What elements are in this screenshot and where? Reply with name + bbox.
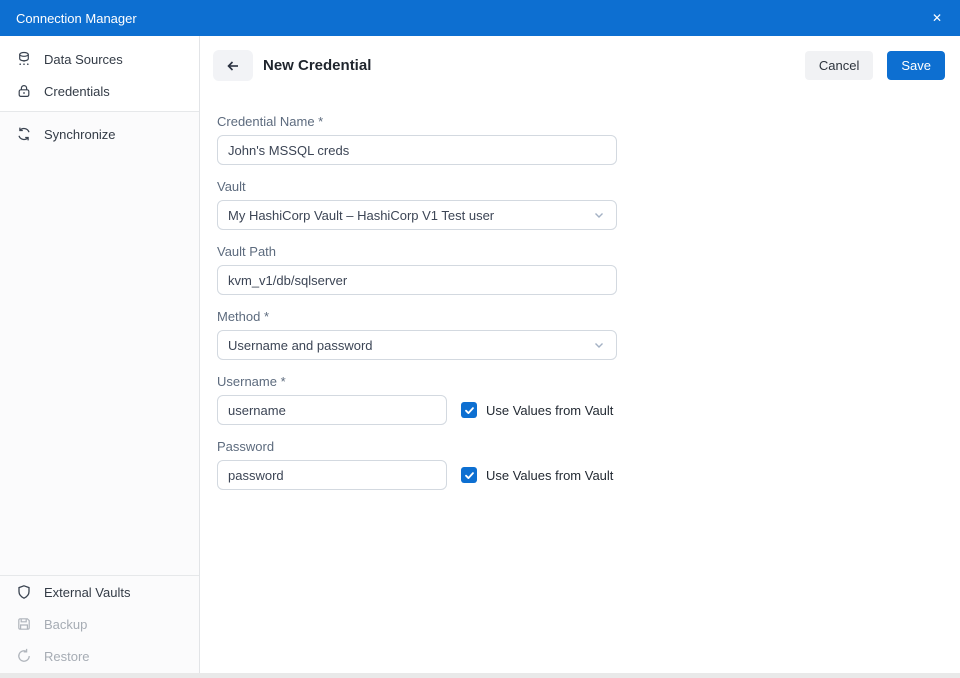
checkbox-checked-icon [461, 402, 477, 418]
credential-name-label: Credential Name * [217, 114, 617, 129]
method-select[interactable]: Username and password [217, 330, 617, 360]
sidebar-item-label: External Vaults [44, 585, 130, 600]
database-icon [16, 51, 32, 67]
method-selected-value: Username and password [228, 338, 592, 353]
sidebar-item-data-sources[interactable]: Data Sources [0, 43, 199, 75]
sidebar-item-label: Restore [44, 649, 90, 664]
credential-form: Credential Name * Vault My HashiCorp Vau… [217, 114, 617, 490]
sidebar-item-label: Backup [44, 617, 87, 632]
field-vault-path: Vault Path [217, 244, 617, 295]
password-input[interactable] [217, 460, 447, 490]
vault-path-label: Vault Path [217, 244, 617, 259]
window-bottom-edge [0, 673, 960, 678]
header-actions: Cancel Save [805, 51, 945, 80]
credential-name-input[interactable] [217, 135, 617, 165]
app-title: Connection Manager [0, 11, 914, 26]
chevron-down-icon [592, 338, 606, 352]
username-use-vault-checkbox[interactable]: Use Values from Vault [461, 402, 613, 418]
field-credential-name: Credential Name * [217, 114, 617, 165]
sync-icon [16, 126, 32, 142]
back-button[interactable] [213, 50, 253, 81]
sidebar-item-restore[interactable]: Restore [0, 640, 199, 672]
restore-icon [16, 648, 32, 664]
chevron-down-icon [592, 208, 606, 222]
sidebar-item-backup[interactable]: Backup [0, 608, 199, 640]
field-method: Method * Username and password [217, 309, 617, 360]
use-values-from-vault-label: Use Values from Vault [486, 403, 613, 418]
sidebar-item-credentials[interactable]: Credentials [0, 75, 199, 107]
arrow-left-icon [225, 58, 241, 74]
field-username: Username * Use Values from Vault [217, 374, 617, 425]
save-button[interactable]: Save [887, 51, 945, 80]
method-label: Method * [217, 309, 617, 324]
sidebar-group-bottom: External Vaults Backup [0, 575, 199, 678]
sidebar-group-middle: Synchronize [0, 112, 199, 150]
sidebar-item-external-vaults[interactable]: External Vaults [0, 576, 199, 608]
save-icon [16, 616, 32, 632]
vault-selected-value: My HashiCorp Vault – HashiCorp V1 Test u… [228, 208, 592, 223]
checkbox-checked-icon [461, 467, 477, 483]
sidebar-item-label: Credentials [44, 84, 110, 99]
password-use-vault-checkbox[interactable]: Use Values from Vault [461, 467, 613, 483]
sidebar-item-synchronize[interactable]: Synchronize [0, 118, 199, 150]
vault-path-input[interactable] [217, 265, 617, 295]
vault-label: Vault [217, 179, 617, 194]
main-content: New Credential Cancel Save Credential Na… [200, 36, 960, 678]
use-values-from-vault-label: Use Values from Vault [486, 468, 613, 483]
sidebar-item-label: Synchronize [44, 127, 116, 142]
lock-icon [16, 83, 32, 99]
page-header: New Credential Cancel Save [213, 50, 945, 81]
field-password: Password Use Values from Vault [217, 439, 617, 490]
password-label: Password [217, 439, 617, 454]
username-label: Username * [217, 374, 617, 389]
sidebar-group-top: Data Sources Credentials [0, 36, 199, 112]
username-input[interactable] [217, 395, 447, 425]
sidebar: Data Sources Credentials [0, 36, 200, 678]
page-title: New Credential [263, 57, 371, 74]
cancel-button[interactable]: Cancel [805, 51, 873, 80]
field-vault: Vault My HashiCorp Vault – HashiCorp V1 … [217, 179, 617, 230]
titlebar: Connection Manager ✕ [0, 0, 960, 36]
shield-icon [16, 584, 32, 600]
close-icon[interactable]: ✕ [914, 0, 960, 36]
sidebar-item-label: Data Sources [44, 52, 123, 67]
vault-select[interactable]: My HashiCorp Vault – HashiCorp V1 Test u… [217, 200, 617, 230]
window-body: Data Sources Credentials [0, 36, 960, 678]
